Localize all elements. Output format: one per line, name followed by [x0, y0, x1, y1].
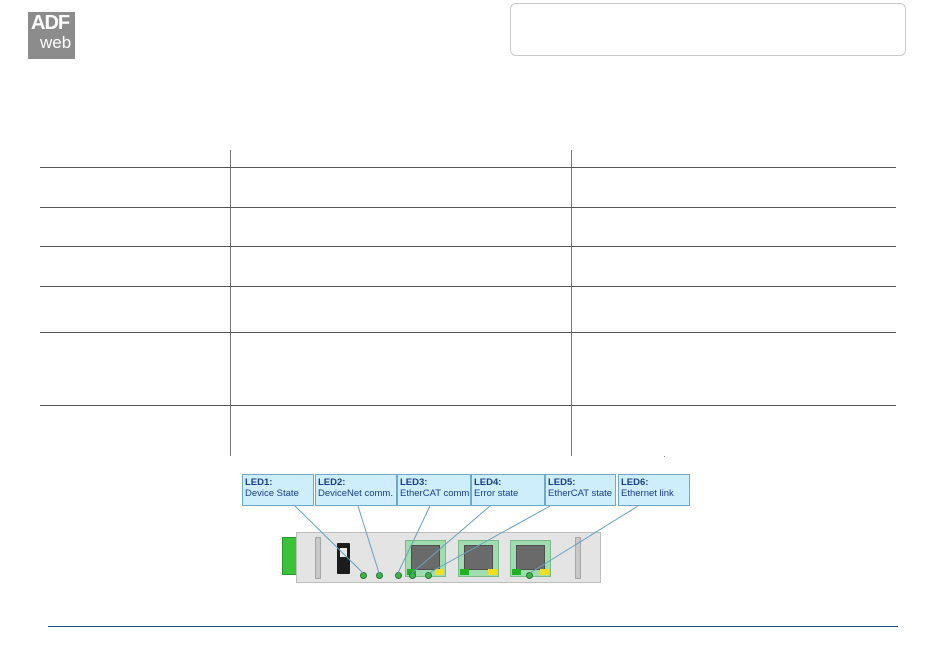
- led2-label: LED2:: [318, 477, 346, 488]
- table-column-divider: [230, 150, 231, 456]
- led1-description: Device State: [245, 488, 299, 499]
- led4-callout: LED4: Error state: [471, 474, 545, 506]
- ethernet-port-3-socket: [516, 545, 545, 570]
- led3-description: EtherCAT comm.: [400, 488, 471, 499]
- dip-switch-knob: [340, 548, 347, 557]
- table-row-divider: [40, 286, 896, 287]
- ethernet-port-3-yellow-led: [540, 569, 549, 575]
- ethernet-port-2-socket: [464, 545, 493, 570]
- led4-description: Error state: [474, 488, 519, 499]
- table-row-divider: [40, 332, 896, 333]
- led2-indicator: [376, 572, 383, 579]
- led4-indicator: [409, 572, 416, 579]
- led5-description: EtherCAT state: [548, 488, 613, 499]
- led6-description: Ethernet link: [621, 488, 674, 499]
- adfweb-logo: ADF web: [28, 12, 75, 59]
- led3-indicator: [395, 572, 402, 579]
- led6-indicator: [526, 572, 533, 579]
- led3-callout: LED3: EtherCAT comm.: [397, 474, 471, 506]
- led2-callout: LED2: DeviceNet comm.: [315, 474, 397, 506]
- document-header-box: [510, 3, 906, 56]
- logo-text-web: web: [40, 33, 72, 52]
- table-row-divider: [40, 207, 896, 208]
- led4-label: LED4:: [474, 477, 502, 488]
- led5-label: LED5:: [548, 477, 576, 488]
- led1-callout: LED1: Device State: [242, 474, 314, 506]
- led2-description: DeviceNet comm.: [318, 488, 393, 499]
- ethernet-port-1-yellow-led: [435, 569, 444, 575]
- panel-slot-left: [315, 537, 321, 579]
- panel-slot-right: [575, 537, 581, 579]
- led-description-table: [40, 150, 896, 456]
- device-led-diagram: LED1: Device State LED2: DeviceNet comm.…: [240, 473, 700, 598]
- table-row-divider: [40, 405, 896, 406]
- ethernet-port-2-yellow-led: [488, 569, 497, 575]
- led6-callout: LED6: Ethernet link: [618, 474, 690, 506]
- led5-callout: LED5: EtherCAT state: [545, 474, 616, 506]
- power-terminal-connector: [282, 537, 297, 575]
- ethernet-port-2: [458, 540, 499, 577]
- led1-indicator: [360, 572, 367, 579]
- dip-switch: [337, 543, 350, 574]
- led5-indicator: [425, 572, 432, 579]
- ethernet-port-2-green-led: [460, 569, 469, 575]
- table-column-divider: [571, 150, 572, 456]
- led3-label: LED3:: [400, 477, 428, 488]
- led6-label: LED6:: [621, 477, 649, 488]
- stray-mark: [664, 456, 665, 457]
- led1-label: LED1:: [245, 477, 273, 488]
- table-row-divider: [40, 246, 896, 247]
- footer-divider: [48, 626, 898, 627]
- ethernet-port-3-green-led: [512, 569, 521, 575]
- logo-text-adf: ADF: [31, 12, 70, 34]
- table-row-divider: [40, 167, 896, 168]
- ethernet-port-1-socket: [411, 545, 440, 570]
